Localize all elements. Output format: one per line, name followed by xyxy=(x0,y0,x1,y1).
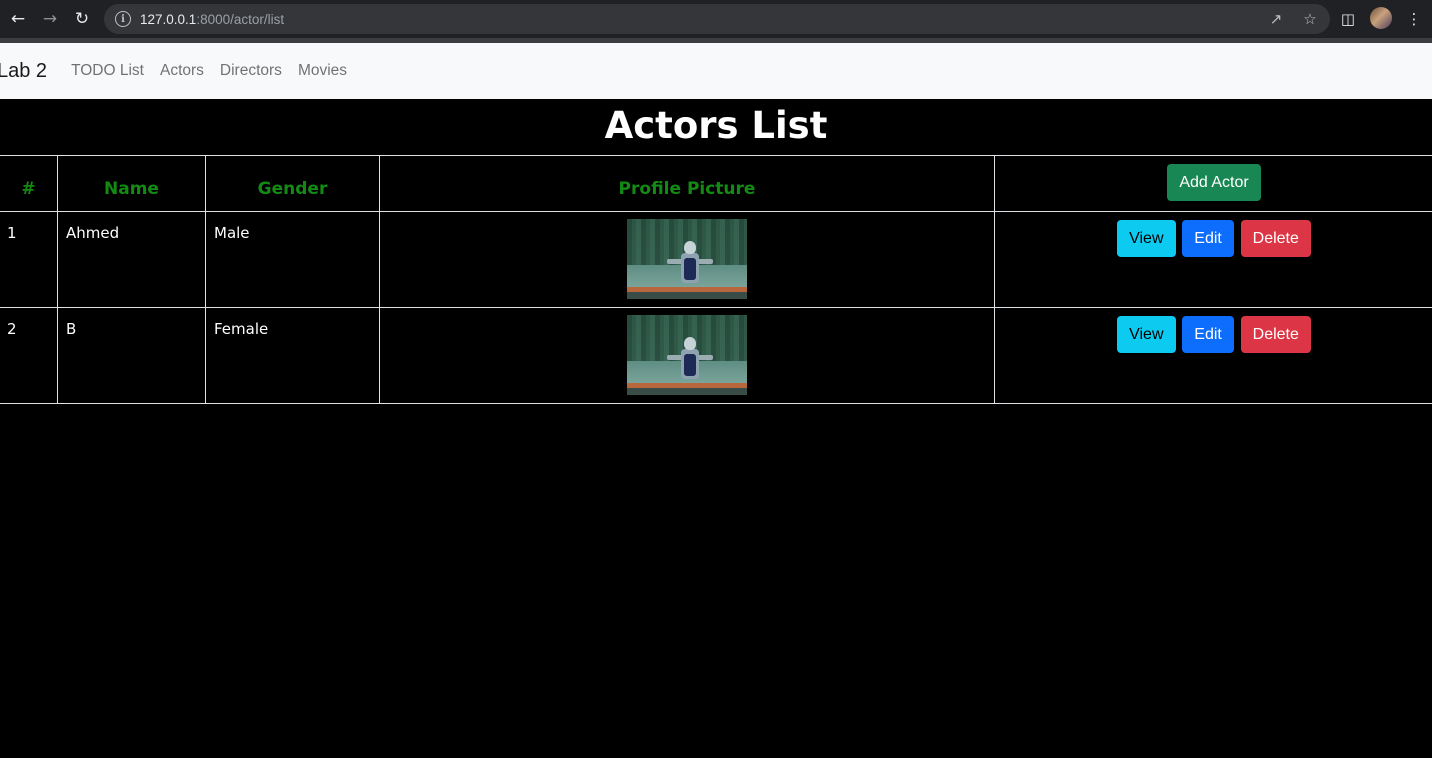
address-bar-actions: ↗ ☆ xyxy=(1264,7,1322,31)
profile-picture xyxy=(627,315,747,395)
header-actions: Add Actor xyxy=(994,155,1432,212)
row-gender: Male xyxy=(205,211,380,308)
header-gender: Gender xyxy=(205,155,380,212)
url-text[interactable]: 127.0.0.1:8000/actor/list xyxy=(140,12,284,27)
row-name: B xyxy=(57,307,206,404)
browser-toolbar: ← → ↻ i 127.0.0.1:8000/actor/list ↗ ☆ ◫ … xyxy=(0,0,1432,38)
side-panel-icon[interactable]: ◫ xyxy=(1336,7,1360,31)
share-icon[interactable]: ↗ xyxy=(1264,7,1288,31)
row-profile-picture-cell xyxy=(379,307,995,404)
nav-link-movies[interactable]: Movies xyxy=(298,62,347,80)
header-number: # xyxy=(0,155,58,212)
url-host: 127.0.0.1 xyxy=(140,11,197,27)
view-button[interactable]: View xyxy=(1117,316,1176,353)
table-header-row: # Name Gender Profile Picture Add Actor xyxy=(0,155,1432,212)
row-number: 1 xyxy=(0,211,58,308)
site-navbar: Lab 2 TODO List Actors Directors Movies xyxy=(0,43,1432,99)
row-name: Ahmed xyxy=(57,211,206,308)
navbar-brand[interactable]: Lab 2 xyxy=(0,60,47,83)
page-title: Actors List xyxy=(604,104,828,147)
site-info-icon[interactable]: i xyxy=(115,11,131,27)
reload-icon[interactable]: ↻ xyxy=(70,7,94,31)
delete-button[interactable]: Delete xyxy=(1240,316,1311,353)
bookmark-star-icon[interactable]: ☆ xyxy=(1298,7,1322,31)
table-row: 1 Ahmed Male View Edit Delete xyxy=(0,211,1432,308)
forward-arrow-icon[interactable]: → xyxy=(38,7,62,31)
header-profile-picture: Profile Picture xyxy=(379,155,995,212)
browser-tools: ◫ ⋮ xyxy=(1336,7,1426,31)
menu-kebab-icon[interactable]: ⋮ xyxy=(1402,7,1426,31)
nav-link-directors[interactable]: Directors xyxy=(220,62,282,80)
view-button[interactable]: View xyxy=(1117,220,1176,257)
table-row: 2 B Female View Edit Delete xyxy=(0,307,1432,404)
row-gender: Female xyxy=(205,307,380,404)
profile-picture xyxy=(627,219,747,299)
browser-nav-buttons: ← → ↻ xyxy=(6,7,94,31)
nav-link-todo-list[interactable]: TODO List xyxy=(71,62,144,80)
address-bar[interactable]: i 127.0.0.1:8000/actor/list ↗ ☆ xyxy=(104,4,1330,34)
nav-link-actors[interactable]: Actors xyxy=(160,62,204,80)
add-actor-button[interactable]: Add Actor xyxy=(1167,164,1261,201)
url-path: :8000/actor/list xyxy=(196,11,285,27)
back-arrow-icon[interactable]: ← xyxy=(6,7,30,31)
row-profile-picture-cell xyxy=(379,211,995,308)
header-name: Name xyxy=(57,155,206,212)
delete-button[interactable]: Delete xyxy=(1240,220,1311,257)
row-actions: View Edit Delete xyxy=(994,307,1432,404)
profile-avatar[interactable] xyxy=(1370,7,1392,29)
edit-button[interactable]: Edit xyxy=(1182,220,1234,257)
row-number: 2 xyxy=(0,307,58,404)
row-actions: View Edit Delete xyxy=(994,211,1432,308)
edit-button[interactable]: Edit xyxy=(1182,316,1234,353)
actors-table: # Name Gender Profile Picture Add Actor … xyxy=(0,155,1432,404)
